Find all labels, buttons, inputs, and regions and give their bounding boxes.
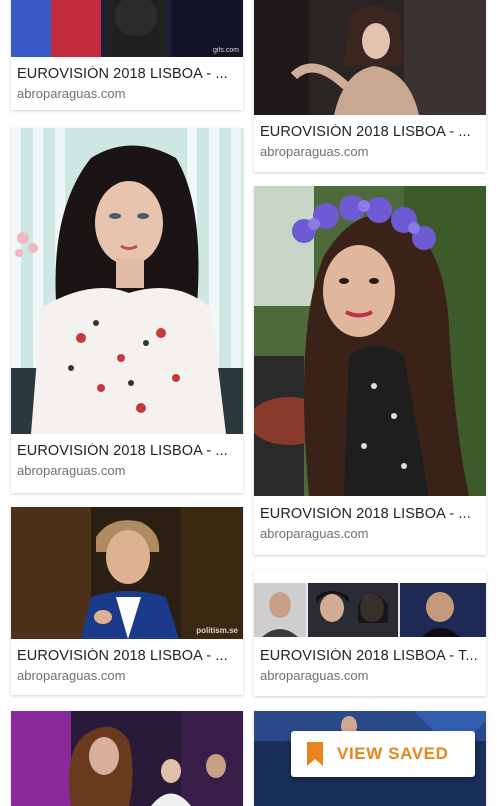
thumbnail-image: [254, 186, 486, 496]
result-thumbnail[interactable]: gifs.com: [11, 0, 243, 57]
result-thumbnail[interactable]: [254, 186, 486, 496]
view-saved-label: VIEW SAVED: [337, 744, 449, 763]
result-title[interactable]: EUROVISIÓN 2018 LISBOA - ...: [260, 124, 480, 140]
result-thumbnail[interactable]: [254, 583, 486, 637]
result-source[interactable]: abroparaguas.com: [17, 86, 237, 101]
result-thumbnail[interactable]: [11, 711, 243, 806]
thumbnail-watermark: politism.se: [196, 626, 238, 635]
result-title[interactable]: EUROVISIÓN 2018 LISBOA - ...: [17, 443, 237, 459]
thumbnail-image: [11, 507, 243, 639]
view-saved-button[interactable]: VIEW SAVED: [291, 731, 475, 777]
thumbnail-image: [11, 0, 243, 57]
result-source[interactable]: abroparaguas.com: [260, 144, 480, 159]
result-card[interactable]: politism.se EUROVISIÓN 2018 LISBOA - ...…: [11, 507, 243, 695]
result-card[interactable]: EUROVISIÓN 2018 LISBOA - ... abroparagua…: [254, 0, 486, 172]
thumbnail-image: [254, 0, 486, 115]
result-card[interactable]: [11, 711, 243, 806]
result-thumbnail[interactable]: [11, 128, 243, 434]
result-source[interactable]: abroparaguas.com: [260, 668, 480, 683]
result-card[interactable]: EUROVISIÓN 2018 LISBOA - ... abroparagua…: [254, 186, 486, 555]
result-title[interactable]: EUROVISIÓN 2018 LISBOA - T...: [260, 648, 480, 664]
result-thumbnail[interactable]: politism.se: [11, 507, 243, 639]
result-card[interactable]: gifs.com EUROVISIÓN 2018 LISBOA - ... ab…: [11, 0, 243, 110]
result-card[interactable]: EUROVISIÓN 2018 LISBOA - T... abroparagu…: [254, 570, 486, 696]
result-title[interactable]: EUROVISIÓN 2018 LISBOA - ...: [17, 648, 237, 664]
thumbnail-image: [11, 711, 243, 806]
result-source[interactable]: abroparaguas.com: [260, 526, 480, 541]
thumbnail-image: [254, 583, 486, 637]
bookmark-icon: [307, 742, 323, 766]
thumbnail-watermark: gifs.com: [212, 47, 239, 54]
result-thumbnail[interactable]: [254, 0, 486, 115]
thumbnail-image: [11, 128, 243, 434]
result-source[interactable]: abroparaguas.com: [17, 463, 237, 478]
result-card[interactable]: EUROVISIÓN 2018 LISBOA - ... abroparagua…: [11, 128, 243, 493]
result-title[interactable]: EUROVISIÓN 2018 LISBOA - ...: [17, 66, 237, 82]
result-source[interactable]: abroparaguas.com: [17, 668, 237, 683]
result-title[interactable]: EUROVISIÓN 2018 LISBOA - ...: [260, 506, 480, 522]
